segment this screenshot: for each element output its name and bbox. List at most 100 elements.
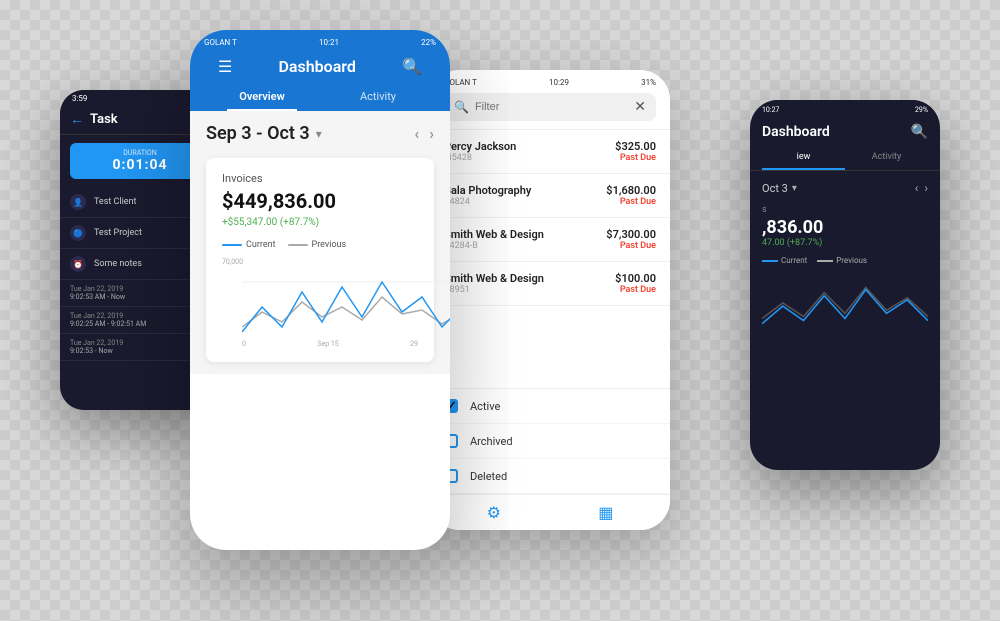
- legend-current-label: Current: [246, 240, 276, 250]
- dark-date-row: Oct 3 ▾ ‹ ›: [762, 181, 928, 195]
- chart-y-label: 70,000: [222, 258, 243, 266]
- invoices-card: Invoices $449,836.00 +$55,347.00 (+87.7%…: [206, 158, 434, 362]
- project-text: Test Project: [94, 228, 142, 238]
- invoice-item-1[interactable]: Percy Jackson $325.00 #i5428 Past Due: [430, 130, 670, 174]
- dark-time: 10:27: [762, 106, 779, 114]
- x-label-0: 0: [242, 340, 246, 348]
- grid-icon[interactable]: ▦: [598, 503, 613, 522]
- dark-legend: Current Previous: [762, 256, 928, 265]
- dashboard-status-bar: GOLAN T 10:21 22%: [204, 38, 436, 51]
- dark-nav-bar: Dashboard 🔍: [750, 118, 940, 146]
- dashboard-battery: 22%: [421, 38, 436, 47]
- client-name-3: Smith Web & Design: [444, 228, 544, 241]
- dashboard-carrier: GOLAN T: [204, 38, 237, 47]
- dark-change: 47.00 (+87.7%): [762, 238, 928, 248]
- filter-archived[interactable]: Archived: [430, 424, 670, 459]
- phone-dashboard: GOLAN T 10:21 22% ☰ Dashboard 🔍 Overview…: [190, 30, 450, 550]
- invoice-item-4[interactable]: Smith Web & Design $100.00 #8951 Past Du…: [430, 262, 670, 306]
- date-range-text: Sep 3 - Oct 3: [206, 123, 310, 144]
- status-1: Past Due: [620, 153, 656, 163]
- invoice-search-bar[interactable]: 🔍 ✕: [444, 93, 656, 121]
- date-next-arrow[interactable]: ›: [429, 124, 434, 143]
- invoice-item-2[interactable]: Bala Photography $1,680.00 #4824 Past Du…: [430, 174, 670, 218]
- chart-svg: [242, 272, 450, 342]
- log-range-3: 9:02:53 - Now: [70, 347, 210, 355]
- x-label-sep29: 29: [410, 340, 418, 348]
- previous-line: [242, 297, 450, 327]
- dark-amount: ,836.00: [762, 217, 928, 238]
- dark-chart: [762, 273, 928, 333]
- invoice-list: Percy Jackson $325.00 #i5428 Past Due Ba…: [430, 130, 670, 306]
- log-range-2: 9:02:25 AM - 9:02:51 AM: [70, 320, 210, 328]
- log-range-1: 9:02:53 AM - Now: [70, 293, 210, 301]
- dark-chart-svg: [762, 273, 928, 333]
- card-title: Invoices: [222, 172, 418, 185]
- dashboard-tabs: Overview Activity: [204, 82, 436, 111]
- chart-x-labels: 0 Sep 15 29: [242, 340, 418, 348]
- status-3: Past Due: [620, 241, 656, 251]
- dark-tabs: iew Activity: [750, 146, 940, 171]
- dark-current-label: Current: [781, 256, 807, 265]
- legend-previous: Previous: [288, 240, 347, 250]
- date-prev-arrow[interactable]: ‹: [414, 124, 419, 143]
- duration-label: Duration: [80, 149, 200, 157]
- filter-deleted-label: Deleted: [470, 470, 507, 483]
- card-change: +$55,347.00 (+87.7%): [222, 217, 418, 228]
- log-date-3: Tue Jan 22, 2019: [70, 339, 210, 347]
- phone-dark: 10:27 29% Dashboard 🔍 iew Activity Oct 3…: [750, 100, 940, 470]
- client-name-2: Bala Photography: [444, 184, 531, 197]
- log-date-1: Tue Jan 22, 2019: [70, 285, 210, 293]
- filter-active[interactable]: ✓ Active: [430, 389, 670, 424]
- dark-content: Oct 3 ▾ ‹ › s ,836.00 47.00 (+87.7%) Cur…: [750, 171, 940, 343]
- dark-invoice-label: s: [762, 205, 928, 215]
- dark-current-dot: [762, 260, 778, 262]
- search-input[interactable]: [475, 101, 628, 113]
- amount-4: $100.00: [615, 272, 656, 285]
- dark-date-text: Oct 3: [762, 182, 788, 195]
- client-icon: 👤: [70, 194, 86, 210]
- chart-legend: Current Previous: [222, 240, 418, 250]
- filter-menu: ✓ Active Archived Deleted ⚙ ▦: [430, 388, 670, 530]
- dark-next-arrow[interactable]: ›: [924, 181, 928, 195]
- close-search-icon[interactable]: ✕: [634, 99, 646, 115]
- dark-tab-activity[interactable]: Activity: [845, 146, 928, 170]
- dark-legend-current: Current: [762, 256, 807, 265]
- search-icon: 🔍: [454, 100, 469, 114]
- date-selector: Sep 3 - Oct 3 ▾ ‹ ›: [206, 123, 434, 144]
- dashboard-title: Dashboard: [278, 57, 355, 76]
- dark-tab-view[interactable]: iew: [762, 146, 845, 170]
- filter-archived-label: Archived: [470, 435, 513, 448]
- status-2: Past Due: [620, 197, 656, 207]
- filter-active-label: Active: [470, 400, 500, 413]
- dark-date-dropdown[interactable]: ▾: [792, 183, 797, 194]
- log-date-2: Tue Jan 22, 2019: [70, 312, 210, 320]
- dark-prev-arrow[interactable]: ‹: [915, 181, 919, 195]
- search-icon[interactable]: 🔍: [402, 57, 422, 76]
- filter-icon[interactable]: ⚙: [487, 503, 501, 522]
- phones-container: 3:59 🔋 ← Task Duration 0:01:04 👤 Test Cl…: [0, 0, 1000, 621]
- client-text: Test Client: [94, 197, 136, 207]
- notes-icon: ⏰: [70, 256, 86, 272]
- invoice-bottom-toolbar: ⚙ ▦: [430, 494, 670, 530]
- tab-overview[interactable]: Overview: [204, 82, 320, 111]
- invoice-item-3[interactable]: Smith Web & Design $7,300.00 #4284-B Pas…: [430, 218, 670, 262]
- dark-previous-label: Previous: [836, 256, 867, 265]
- project-icon: 🔵: [70, 225, 86, 241]
- date-navigation: ‹ ›: [414, 124, 434, 143]
- invoice-top-bar: GOLAN T 10:29 31% 🔍 ✕: [430, 70, 670, 130]
- previous-dot: [288, 244, 308, 246]
- current-line: [242, 282, 450, 332]
- dark-battery: 29%: [915, 106, 928, 114]
- invoice-time: 10:29: [549, 78, 569, 87]
- x-label-sep15: Sep 15: [317, 340, 338, 348]
- back-arrow-icon[interactable]: ←: [70, 111, 84, 128]
- dark-search-icon[interactable]: 🔍: [911, 124, 928, 140]
- dark-legend-previous: Previous: [817, 256, 867, 265]
- filter-deleted[interactable]: Deleted: [430, 459, 670, 494]
- tab-activity[interactable]: Activity: [320, 82, 436, 111]
- notes-text: Some notes: [94, 259, 142, 269]
- hamburger-icon[interactable]: ☰: [218, 57, 232, 76]
- date-dropdown-icon[interactable]: ▾: [316, 127, 322, 141]
- invoice-battery: 31%: [641, 78, 656, 87]
- task-time: 3:59: [72, 94, 87, 103]
